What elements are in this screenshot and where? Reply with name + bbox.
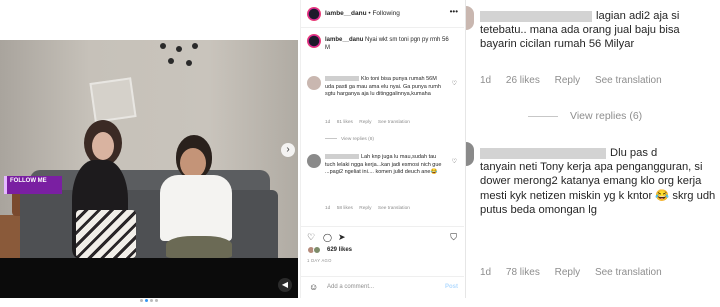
reply-button[interactable]: Reply bbox=[555, 267, 581, 278]
likes-row: 629 likes bbox=[307, 246, 459, 256]
comment-likes[interactable]: 26 likes bbox=[506, 75, 540, 86]
carousel-dot[interactable] bbox=[150, 299, 153, 302]
zoom-comment-line1: Dlu pas d bbox=[610, 147, 658, 159]
comment-item: Lah knp juga lu mau,sudah tau tuch lelak… bbox=[307, 154, 459, 218]
wall-clock-dot bbox=[176, 46, 182, 52]
carousel-dot[interactable] bbox=[140, 299, 143, 302]
post-date: 1 DAY AGO bbox=[307, 258, 332, 263]
commenter-avatar[interactable] bbox=[307, 154, 321, 168]
carousel-dot[interactable] bbox=[155, 299, 158, 302]
wall-picture-frame bbox=[89, 77, 137, 123]
separator-dot: • bbox=[368, 10, 371, 17]
smiley-icon[interactable]: ☺ bbox=[309, 282, 318, 292]
chevron-right-icon[interactable]: › bbox=[281, 143, 295, 157]
zoom-comment-line1: lagian adi2 aja si bbox=[596, 10, 680, 22]
zoom-comment-rest: tanyain neti Tony kerja apa pengangguran… bbox=[480, 161, 716, 216]
comment-time: 1d bbox=[325, 120, 331, 125]
woman-skirt bbox=[76, 210, 136, 258]
post-comment-button[interactable]: Post bbox=[445, 284, 458, 290]
add-comment-bar: ☺ Add a comment... Post bbox=[301, 276, 464, 298]
see-translation-link[interactable]: See translation bbox=[378, 120, 410, 125]
reply-button[interactable]: Reply bbox=[555, 75, 581, 86]
redacted-username bbox=[325, 154, 359, 160]
zoomed-comments-panel: lagian adi2 aja si tetebatu.. mana ada o… bbox=[465, 0, 720, 298]
view-replies-link[interactable]: View replies (8) bbox=[325, 137, 374, 142]
following-label[interactable]: Following bbox=[372, 10, 399, 17]
see-translation-link[interactable]: See translation bbox=[595, 75, 662, 86]
comment-time: 1d bbox=[325, 206, 331, 211]
sofa bbox=[20, 190, 278, 258]
comment-meta: 1d 58 likes Reply See translation bbox=[325, 206, 415, 211]
wall-clock-dot bbox=[186, 60, 192, 66]
post-actions: ♡ ◯ ➤ ⛉ bbox=[307, 232, 459, 244]
post-panel: lambe__danu • Following ••• lambe__danu … bbox=[300, 0, 464, 298]
video-frame[interactable] bbox=[0, 40, 298, 258]
man-face bbox=[180, 148, 206, 178]
speaker-icon[interactable]: ◀ bbox=[278, 278, 292, 292]
avatar[interactable] bbox=[307, 7, 321, 21]
caption-text: lambe__danu Nyai wkt sm toni pgn py rmh … bbox=[325, 36, 455, 52]
comment-time: 1d bbox=[480, 267, 492, 278]
commenter-avatar bbox=[466, 6, 474, 30]
zoom-comment-text: lagian adi2 aja si tetebatu.. mana ada o… bbox=[480, 9, 718, 52]
see-translation-link[interactable]: See translation bbox=[595, 267, 662, 278]
heart-icon[interactable]: ♡ bbox=[452, 80, 457, 87]
wall-clock-dot bbox=[192, 43, 198, 49]
follow-badge-title: FOLLOW ME bbox=[10, 178, 47, 184]
comment-likes[interactable]: 78 likes bbox=[506, 267, 540, 278]
post-author: lambe__danu • Following bbox=[325, 10, 400, 17]
comment-item: Klo toni bisa punya rumah 56M uda pasti … bbox=[307, 76, 459, 146]
zoom-comment-text: Dlu pas d tanyain neti Tony kerja apa pe… bbox=[480, 146, 718, 217]
header-divider bbox=[301, 27, 464, 28]
heart-icon[interactable]: ♡ bbox=[307, 232, 315, 243]
comment-likes[interactable]: 81 likes bbox=[337, 120, 353, 125]
wall-clock-dot bbox=[168, 58, 174, 64]
reply-button[interactable]: Reply bbox=[359, 206, 371, 211]
reply-button[interactable]: Reply bbox=[359, 120, 371, 125]
zoom-comment-meta: 1d 78 likes Reply See translation bbox=[480, 267, 674, 278]
ellipsis-icon[interactable]: ••• bbox=[450, 7, 458, 16]
carousel-dot[interactable] bbox=[145, 299, 148, 302]
comment-time: 1d bbox=[480, 75, 492, 86]
comment-text: Lah knp juga lu mau,sudah tau tuch lelak… bbox=[325, 154, 443, 177]
post-media: FOLLOW ME › ◀ bbox=[0, 0, 300, 302]
follow-me-badge: FOLLOW ME bbox=[4, 176, 62, 194]
author-username[interactable]: lambe__danu bbox=[325, 10, 367, 17]
see-translation-link[interactable]: See translation bbox=[378, 206, 410, 211]
redacted-username bbox=[480, 10, 592, 22]
comment-likes[interactable]: 58 likes bbox=[337, 206, 353, 211]
post-header: lambe__danu • Following ••• bbox=[307, 4, 462, 24]
comment-meta: 1d 81 likes Reply See translation bbox=[325, 120, 415, 125]
zoom-comment-meta: 1d 26 likes Reply See translation bbox=[480, 75, 674, 86]
zoom-comment-rest: tetebatu.. mana ada orang jual baju bisa… bbox=[480, 24, 680, 51]
view-replies-link[interactable]: View replies (6) bbox=[528, 110, 642, 122]
paper-plane-icon[interactable]: ➤ bbox=[338, 232, 346, 243]
commenter-avatar[interactable] bbox=[307, 76, 321, 90]
carousel-dots bbox=[140, 289, 160, 302]
bookmark-icon[interactable]: ⛉ bbox=[450, 232, 457, 243]
redacted-username bbox=[325, 76, 359, 82]
comment-input[interactable]: Add a comment... bbox=[327, 284, 374, 290]
liker-avatar bbox=[313, 246, 321, 254]
comment-text: Klo toni bisa punya rumah 56M uda pasti … bbox=[325, 76, 443, 99]
likes-count[interactable]: 629 likes bbox=[327, 247, 352, 253]
woman-face bbox=[92, 132, 114, 160]
man-shirt bbox=[160, 175, 232, 241]
actions-divider bbox=[301, 226, 464, 227]
caption-username[interactable]: lambe__danu bbox=[325, 37, 363, 43]
comment-icon[interactable]: ◯ bbox=[323, 233, 332, 242]
heart-icon[interactable]: ♡ bbox=[452, 158, 457, 165]
commenter-avatar bbox=[466, 142, 474, 166]
man-legs bbox=[166, 236, 232, 258]
redacted-username bbox=[480, 147, 606, 159]
wall-clock-dot bbox=[160, 43, 166, 49]
avatar[interactable] bbox=[307, 34, 321, 48]
